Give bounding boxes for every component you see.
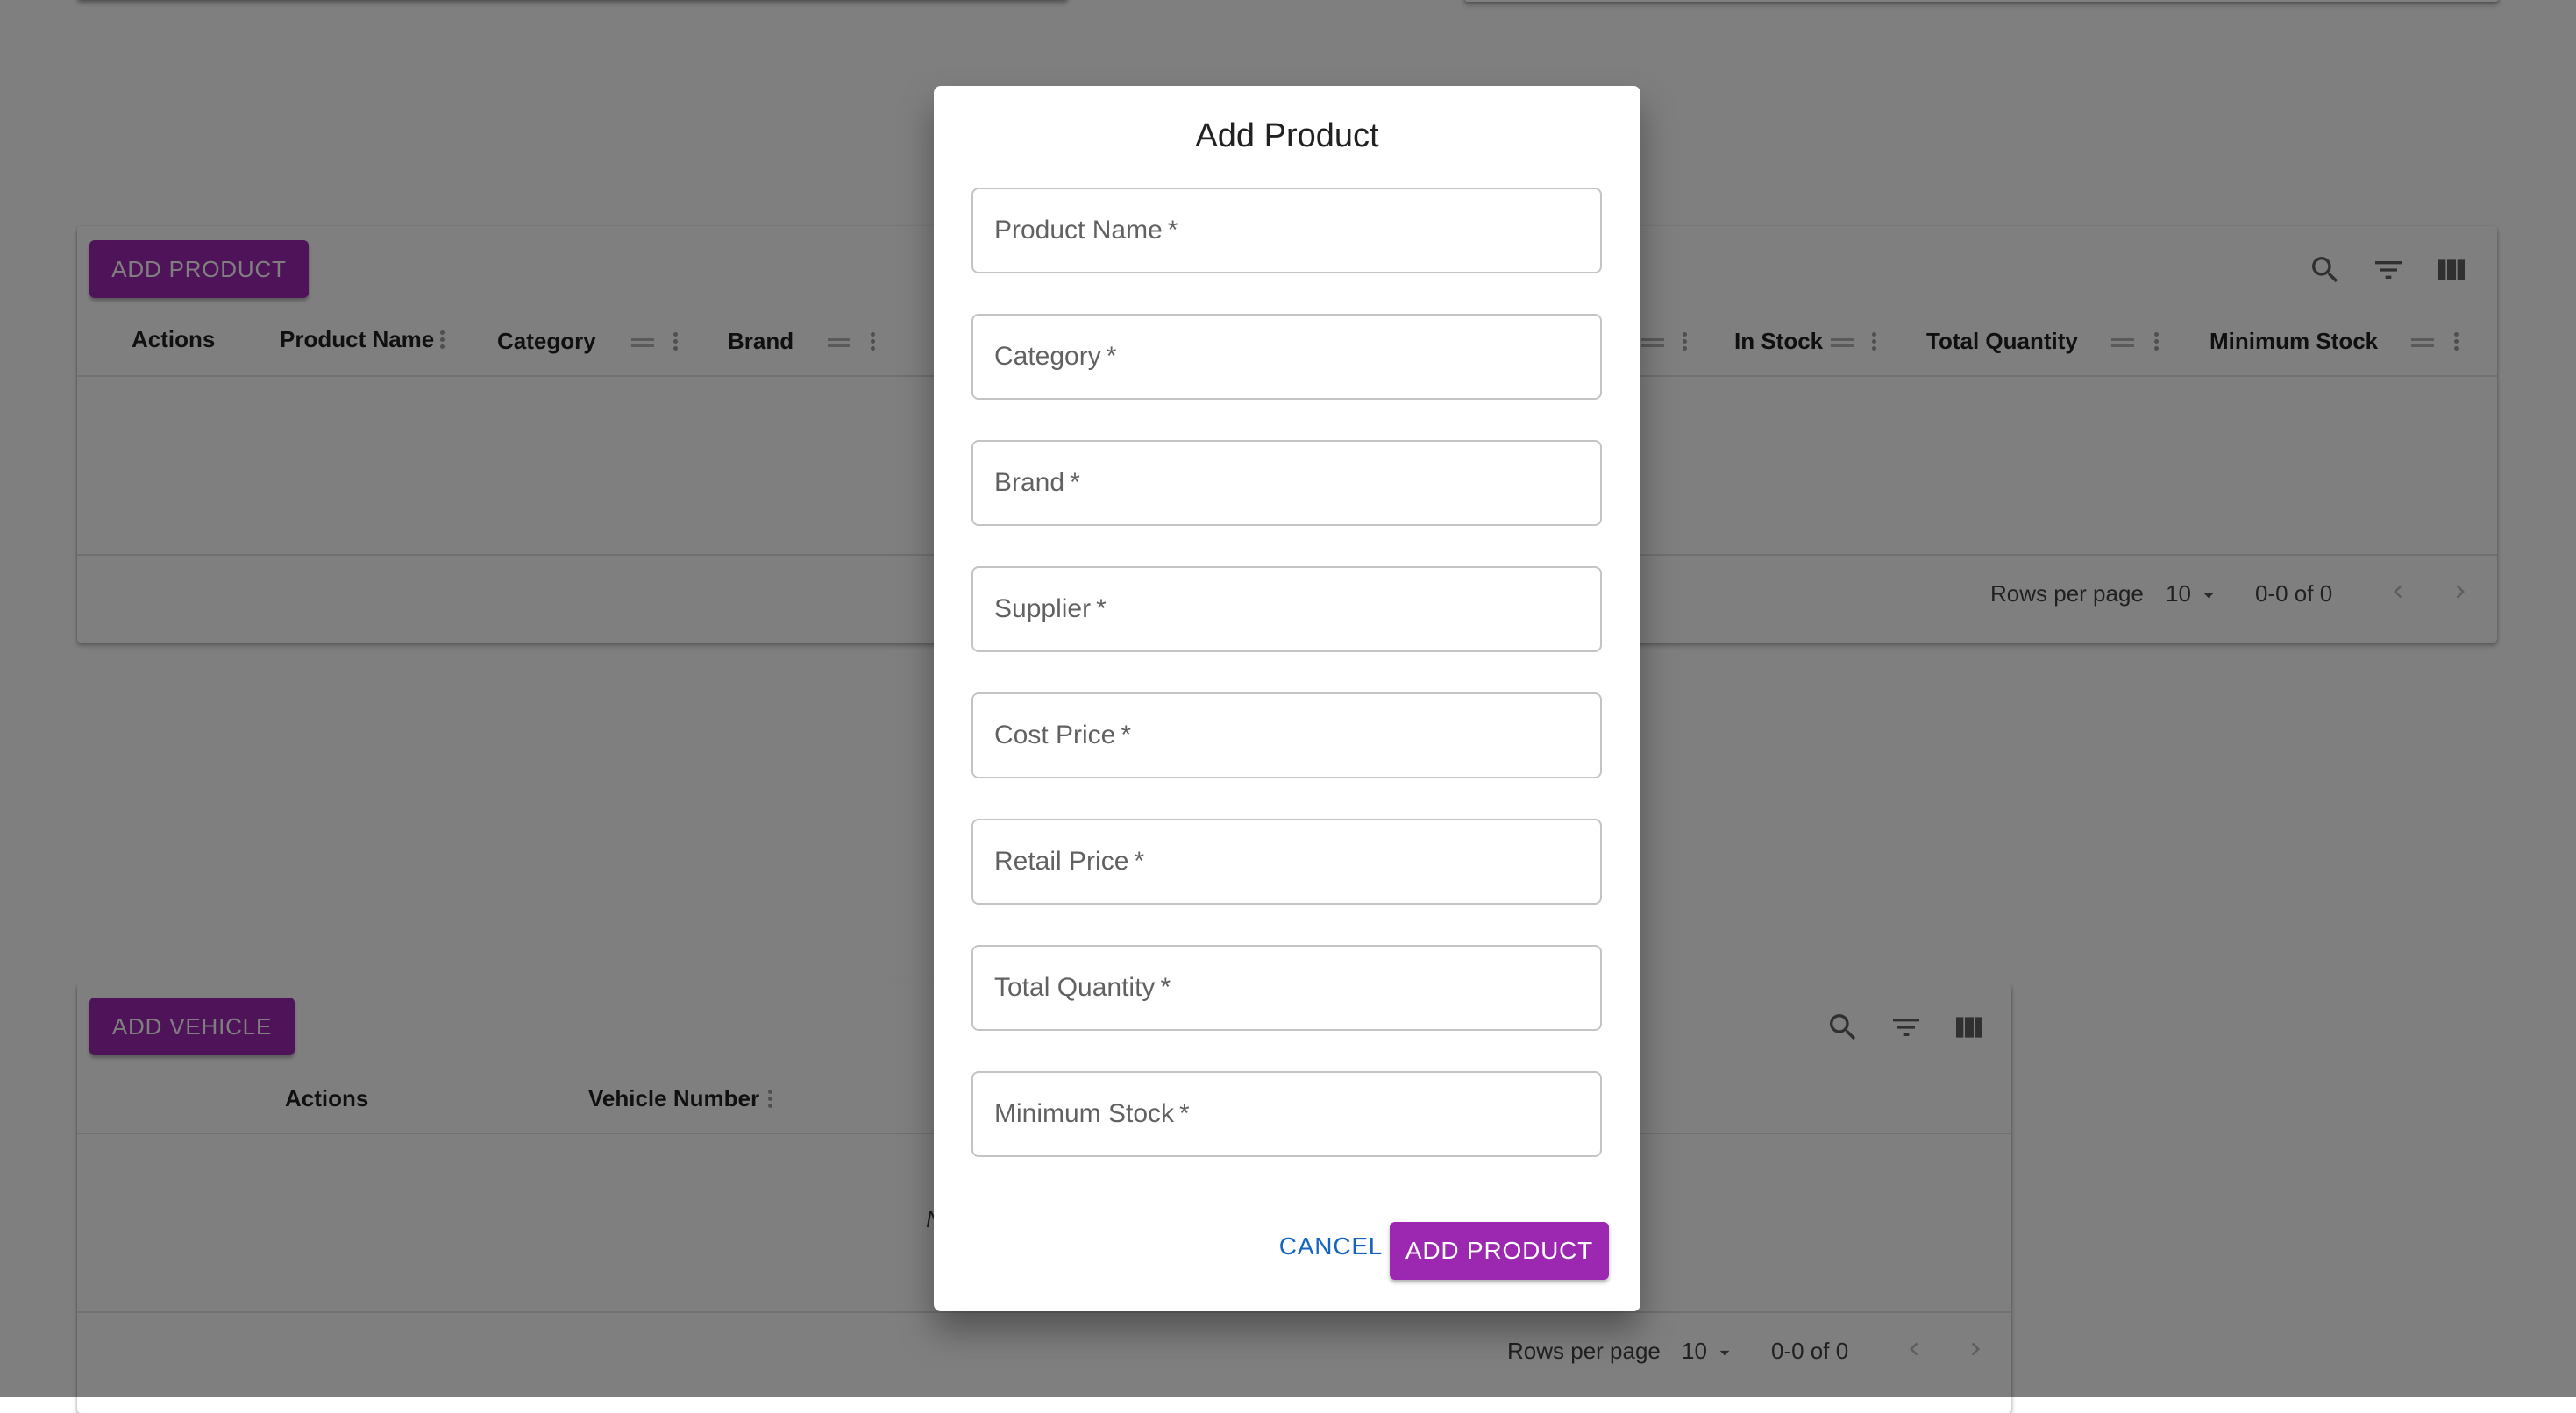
cancel-button[interactable]: CANCEL xyxy=(1258,1222,1404,1271)
field-label: Minimum Stock xyxy=(994,1099,1175,1128)
dialog-title: Add Product xyxy=(1195,117,1379,154)
add-product-dialog: Add Product Product Name * Category * Bran… xyxy=(934,86,1640,1311)
required-marker: * xyxy=(1134,847,1145,876)
field-label: Category xyxy=(994,342,1101,371)
field-label: Total Quantity xyxy=(994,973,1156,1002)
submit-add-product-button[interactable]: ADD PRODUCT xyxy=(1390,1222,1609,1280)
required-marker: * xyxy=(1179,1099,1190,1128)
required-marker: * xyxy=(1160,973,1171,1002)
field-label: Retail Price xyxy=(994,847,1129,876)
required-marker: * xyxy=(1096,594,1107,623)
required-marker: * xyxy=(1106,342,1117,371)
retail-price-field[interactable]: Retail Price * xyxy=(971,819,1602,905)
field-label: Product Name xyxy=(994,216,1163,245)
field-label: Cost Price xyxy=(994,721,1116,749)
required-marker: * xyxy=(1121,721,1132,749)
field-label: Supplier xyxy=(994,594,1092,623)
category-field[interactable]: Category * xyxy=(971,314,1602,400)
required-marker: * xyxy=(1167,216,1178,245)
minimum-stock-field[interactable]: Minimum Stock * xyxy=(971,1071,1602,1157)
field-label: Brand xyxy=(994,468,1065,497)
total-quantity-field[interactable]: Total Quantity * xyxy=(971,945,1602,1031)
supplier-field[interactable]: Supplier * xyxy=(971,566,1602,652)
required-marker: * xyxy=(1070,468,1080,497)
brand-field[interactable]: Brand * xyxy=(971,440,1602,526)
cost-price-field[interactable]: Cost Price * xyxy=(971,692,1602,778)
product-name-field[interactable]: Product Name * xyxy=(971,188,1602,273)
